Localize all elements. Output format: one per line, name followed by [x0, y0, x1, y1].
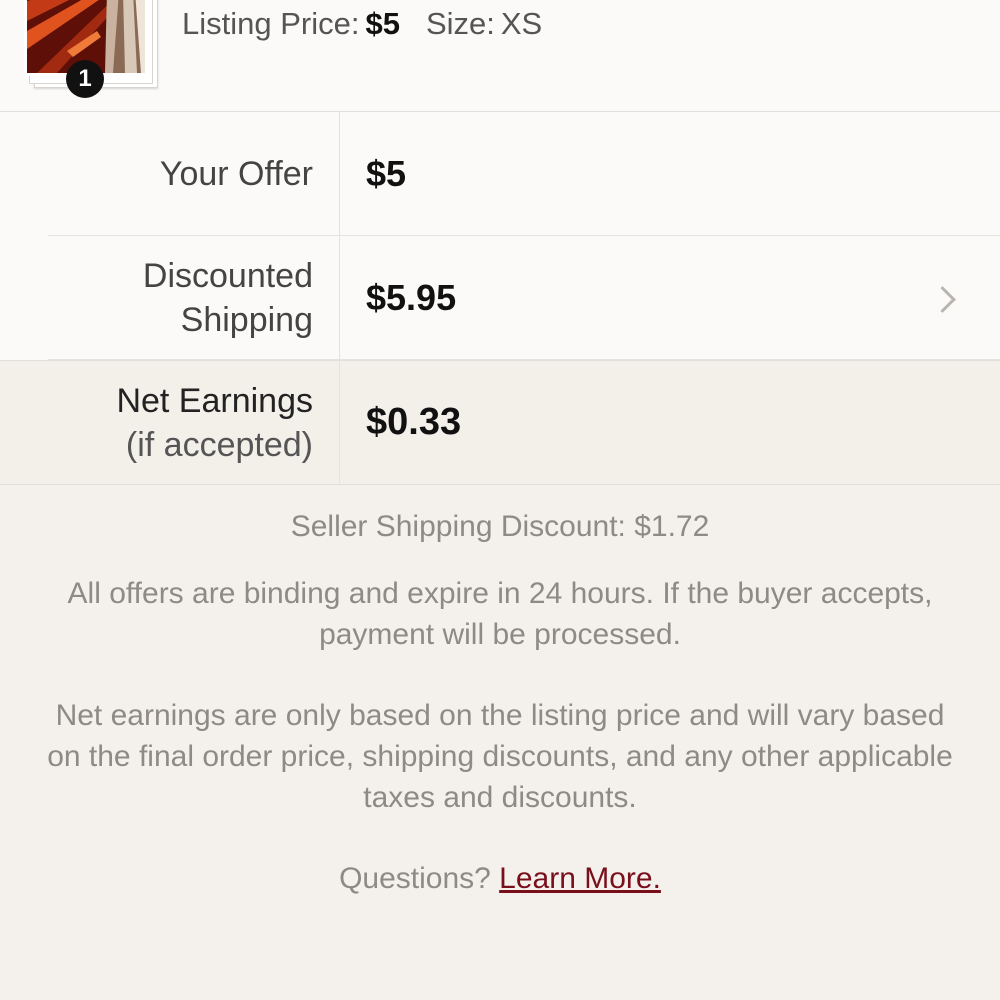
listing-price-label: Listing Price:: [182, 6, 360, 41]
net-earnings-label-cell: Net Earnings (if accepted): [0, 361, 340, 484]
learn-more-link[interactable]: Learn More.: [499, 862, 661, 895]
listing-thumbnail-stack[interactable]: 1: [24, 0, 158, 98]
offer-footer-notes: Seller Shipping Discount: $1.72 All offe…: [40, 506, 960, 899]
listing-price-value: $5: [365, 6, 400, 41]
net-earnings-note: Net earnings are only based on the listi…: [47, 699, 953, 814]
listing-summary: 1 Listing Price: $5 Size: XS: [0, 0, 1000, 112]
your-offer-value: $5: [366, 153, 407, 194]
your-offer-label: Your Offer: [159, 155, 313, 193]
offer-breakdown: Your Offer $5 Discounted Shipping $5.95 …: [0, 112, 1000, 485]
your-offer-label-cell: Your Offer: [0, 112, 340, 236]
discounted-shipping-row[interactable]: Discounted Shipping $5.95: [0, 236, 1000, 360]
net-earnings-row: Net Earnings (if accepted) $0.33: [0, 360, 1000, 485]
questions-text: Questions?: [339, 862, 491, 895]
size-value: XS: [500, 6, 543, 41]
questions-line: Questions? Learn More.: [40, 858, 960, 899]
listing-details: Listing Price: $5 Size: XS: [182, 6, 542, 42]
shipping-label-cell: Discounted Shipping: [0, 236, 340, 360]
net-earnings-value: $0.33: [366, 401, 462, 443]
shipping-label-line2: Shipping: [180, 301, 313, 339]
chevron-right-icon[interactable]: [929, 286, 956, 313]
seller-shipping-discount: Seller Shipping Discount: $1.72: [290, 510, 710, 543]
net-earnings-sublabel: (if accepted): [125, 425, 313, 464]
item-count-badge: 1: [66, 60, 104, 98]
net-earnings-label: Net Earnings: [116, 381, 313, 420]
binding-offer-note: All offers are binding and expire in 24 …: [67, 577, 933, 651]
shipping-value: $5.95: [366, 277, 457, 318]
your-offer-row[interactable]: Your Offer $5: [0, 112, 1000, 236]
shipping-label-line1: Discounted: [142, 257, 313, 295]
size-label: Size:: [425, 6, 495, 41]
